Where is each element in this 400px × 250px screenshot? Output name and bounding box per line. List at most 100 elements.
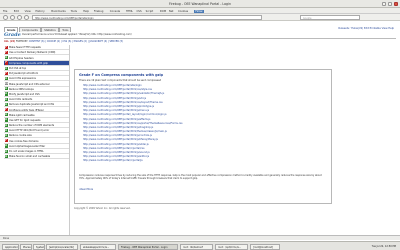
panel-menu-system[interactable]: System [33, 243, 45, 250]
grade-badge: A [4, 102, 8, 107]
minimize-button[interactable] [381, 1, 386, 6]
window-controls [381, 1, 398, 6]
grade-badge: A [4, 87, 8, 91]
grade-badge: A [4, 66, 8, 70]
menu-item-file[interactable]: File [3, 10, 7, 13]
rule-label: Use cookie-free domains [9, 139, 39, 143]
menu-item-dom[interactable]: DOM [160, 10, 166, 13]
url-bar[interactable]: http://www.coolhosting.com/OEE/portal/si… [32, 15, 262, 20]
grade-badge: A [4, 128, 8, 132]
home-button[interactable] [24, 15, 29, 20]
rule-label: Add Expires headers [9, 56, 34, 60]
grade-info: Overall performance score 59 Ruleset app… [22, 32, 132, 36]
grade-badge: F [4, 50, 8, 55]
menu-item-yslow[interactable]: YSlow [193, 9, 204, 13]
clock: Tue Jul 22, 12:50 PM [371, 244, 396, 248]
menu-item-edit[interactable]: Edit [14, 10, 19, 13]
rule-label: Avoid AlphaImageLoader filter [9, 144, 46, 148]
page-content: Grade Components Statistics Tools Rulesets:… [0, 21, 400, 241]
grade-badge: A [4, 133, 8, 138]
grade-badge: A [4, 118, 8, 122]
component-link[interactable]: http://www.coolhosting.com/OEE/portal/c/… [83, 159, 183, 163]
grade-badge: F [4, 139, 8, 143]
taskbar: Tue Jul 22, 12:50 PM Applications Places S… [0, 241, 400, 250]
filter-bar: ALL (22) FILTER BY: CONTENT (6) | COOKIE… [4, 40, 396, 44]
rule-label: Make AJAX cacheable [9, 113, 35, 117]
menu-item-script[interactable]: Script [146, 10, 154, 13]
navigation-toolbar: http://www.coolhosting.com/OEE/portal/si… [0, 14, 400, 21]
taskbar-item[interactable]: root : /opt/mmc/e... [215, 243, 248, 250]
grade-badge: A [4, 144, 8, 148]
maximize-button[interactable] [387, 1, 392, 6]
rule-item[interactable]: A Make favicon small and cacheable [4, 154, 69, 160]
grade-badge: A [4, 97, 8, 101]
rule-label: Avoid HTTP 404 (Not Found) error [9, 129, 50, 133]
window-title: Firebug - OEE Wanaplinal Portal - Login [169, 2, 231, 6]
grade-badge: F [4, 108, 8, 112]
menu-item-net[interactable]: Net [169, 10, 174, 13]
rule-label: Reduce the number of DOM elements [9, 124, 55, 128]
taskbar-item[interactable]: [root@localhost] [250, 243, 280, 250]
taskbar-item[interactable]: Firebug - OEE Wanaplinal Portal - Login [118, 243, 178, 250]
grade-logo: Grade [4, 31, 21, 38]
grade-badge: A [4, 154, 8, 158]
rule-label: Use GET for AJAX requests [9, 118, 41, 122]
rule-description: Compression reduces response times by re… [79, 174, 322, 180]
rule-list: F Make fewer HTTP requests F Use a Content … [4, 45, 70, 235]
grade-badge: A [4, 113, 8, 117]
rule-label: Put JavaScript at bottom [9, 72, 39, 76]
close-button[interactable] [393, 1, 398, 6]
ruleset-links[interactable]: Rulesets: YSlow(V2) Edit Printable View … [338, 27, 394, 30]
rule-label: Avoid URL redirects [9, 98, 33, 102]
menu-item-history[interactable]: History [35, 10, 44, 13]
reload-button[interactable] [17, 15, 22, 20]
grade-badge: F [4, 45, 8, 49]
status-bar: Done [0, 235, 400, 240]
rule-detail-intro: There are 19 plain text components that … [79, 78, 162, 82]
read-more-link[interactable]: »Read More [79, 188, 93, 191]
filter-by-label: FILTER BY: [16, 40, 28, 43]
taskbar-item[interactable]: [ezmpl/ins/scalar/lib] [46, 243, 78, 250]
filter-links[interactable]: CONTENT (6) | COOKIE (2) | CSS (6) | IMA… [29, 40, 123, 43]
search-input[interactable]: Google [300, 15, 360, 20]
grade-badge: A [4, 76, 8, 81]
rule-label: Remove duplicate JavaScript and CSS [9, 103, 54, 107]
rule-label: Avoid CSS expressions [9, 77, 36, 81]
grade-badge: A [4, 56, 8, 60]
rule-detail-panel: Grade F on Compress components with gzip… [74, 69, 332, 204]
rule-label: Put CSS at top [9, 67, 27, 71]
menu-item-html[interactable]: HTML [126, 10, 133, 13]
copyright: Copyright © 2009 Yahoo! Inc. All rights … [74, 207, 131, 210]
rule-label: Reduce cookie size [9, 134, 32, 138]
rule-label: Make favicon small and cacheable [9, 155, 51, 159]
rule-label: Reduce DNS lookups [9, 87, 34, 91]
menu-item-tools[interactable]: Tools [71, 10, 77, 13]
rule-label: Use a Content Delivery Network (CDN) [9, 51, 56, 55]
grade-badge: A [4, 92, 8, 96]
menu-item-cookies[interactable]: Cookies [178, 10, 188, 13]
rule-label: Minify JavaScript and CSS [9, 92, 40, 96]
rule-label: Do not scale images in HTML [9, 150, 44, 154]
forward-button[interactable] [10, 15, 15, 20]
menu-item-firebug[interactable]: Firebug [94, 10, 104, 13]
back-button[interactable] [3, 15, 8, 20]
panel-menu-applications[interactable]: Applications [2, 243, 19, 250]
grade-header: Grade Overall performance score 59 Rules… [4, 31, 396, 39]
grade-badge: F [4, 71, 8, 75]
filter-all[interactable]: ALL (22) [4, 40, 15, 43]
menu-item-view[interactable]: View [25, 10, 31, 13]
rule-detail-title: Grade F on Compress components with gzip [79, 73, 164, 77]
menu-item-console[interactable]: Console [110, 10, 120, 13]
panel-menu-places[interactable]: Places [20, 243, 32, 250]
grade-badge: F [4, 61, 8, 65]
menu-item-css[interactable]: CSS [137, 10, 142, 13]
rule-label: Make fewer HTTP requests [9, 46, 41, 50]
menu-item-bookmarks[interactable]: Bookmarks [51, 10, 66, 13]
window-titlebar[interactable]: Firebug - OEE Wanaplinal Portal - Login [0, 0, 400, 8]
component-list: http://www.coolhosting.com/OEE/portal/si… [83, 84, 183, 164]
rule-label: Compress components with gzip [9, 61, 48, 65]
menu-item-help[interactable]: Help [83, 10, 89, 13]
taskbar-item[interactable]: ekkwebapps/mmc/e... [80, 243, 116, 250]
taskbar-item[interactable]: root : lib/demoof [180, 243, 213, 250]
grade-badge: A [4, 123, 8, 127]
